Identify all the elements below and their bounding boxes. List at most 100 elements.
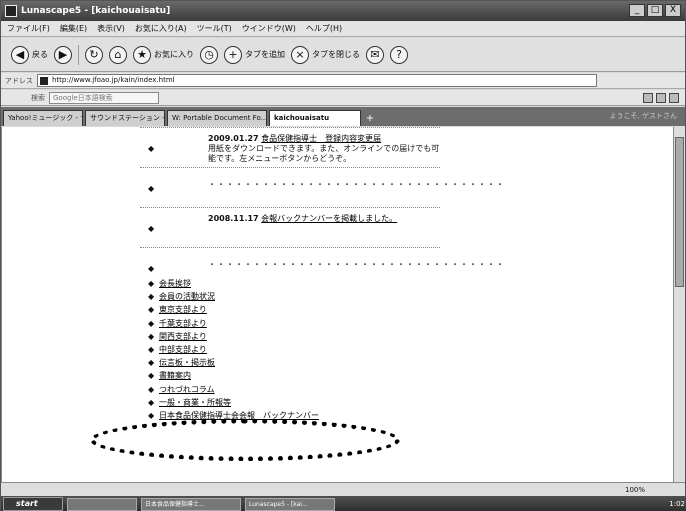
close-tab-icon: × [291, 45, 309, 64]
start-button[interactable]: start [3, 497, 63, 511]
menu-link[interactable]: 書籍案内 [159, 370, 191, 381]
app-icon [5, 5, 17, 17]
bullet-icon: ◆ [148, 358, 155, 368]
menu-link[interactable]: 東京支部より [159, 304, 207, 315]
news-link[interactable]: 食品保健指導士 登録内容変更届 [261, 134, 381, 143]
menu-bar: ファイル(F) 編集(E) 表示(V) お気に入り(A) ツール(T) ウインド… [1, 21, 685, 37]
close-tab-button[interactable]: × タブを閉じる [291, 45, 360, 64]
menu-link[interactable]: 伝言板・掲示板 [159, 357, 215, 368]
bullet-icon: ◆ [148, 331, 155, 341]
address-input[interactable]: http://www.jfoao.jp/kain/index.html [37, 74, 597, 87]
menu-item: ◆ 関西支部より [148, 330, 408, 343]
side-menu: ◆ 会長挨拶 ◆ 会員の活動状況 ◆ 東京支部より ◆ 千葉支部より ◆ 関西支部より ◆… [148, 277, 408, 422]
menu-item: ◆ 会長挨拶 [148, 277, 408, 290]
scrollbar-thumb[interactable] [675, 137, 684, 287]
menu-edit[interactable]: 編集(E) [60, 23, 87, 34]
bullet-icon: ◆ [148, 305, 155, 315]
menu-link[interactable]: 会員の活動状況 [159, 291, 215, 302]
search-bar: 検索 Google日本語検索 [1, 90, 685, 106]
menu-item: ◆ 一般・商業・所報等 [148, 396, 408, 409]
news-text: 用紙をダウンロードできます。また、オンラインでの届けでも可能です。左メニューボタ… [208, 144, 440, 163]
new-tab-icon: + [224, 45, 242, 64]
menu-view[interactable]: 表示(V) [97, 23, 125, 34]
menu-link[interactable]: 一般・商業・所報等 [159, 397, 231, 408]
news-item: ◆ 2009.01.27 食品保健指導士 登録内容変更届 用紙をダウンロードでき… [140, 127, 440, 167]
refresh-icon[interactable]: ↻ [85, 45, 103, 64]
tab-portable-document[interactable]: W: Portable Document Fo... [167, 110, 267, 126]
favorites-button[interactable]: ★ お気に入り [133, 45, 194, 64]
news-link[interactable]: 会報バックナンバーを掲載しました。 [261, 214, 397, 223]
tab-bar: Yahoo!ミュージック - サウ... サウンドステーション - ク... W… [1, 107, 685, 126]
address-bar: アドレス http://www.jfoao.jp/kain/index.html [1, 73, 685, 89]
menu-window[interactable]: ウインドウ(W) [242, 23, 296, 34]
news-date: 2009.01.27 [208, 134, 259, 143]
maximize-button[interactable]: □ [647, 4, 663, 17]
star-icon: ★ [133, 45, 151, 64]
menu-item: ◆ 千葉支部より [148, 317, 408, 330]
bullet-icon: ◆ [148, 397, 155, 407]
menu-link[interactable]: 関西支部より [159, 331, 207, 342]
bullet-icon: ◆ [148, 384, 155, 394]
menu-link[interactable]: 中部支部より [159, 344, 207, 355]
bullet-icon: ◆ [148, 371, 155, 381]
bullet-icon: ◆ [148, 144, 155, 153]
tab-kaichouaisatu[interactable]: kaichouaisatu [269, 110, 361, 126]
new-tab-icon[interactable]: + [363, 112, 377, 126]
page-icon[interactable] [656, 92, 666, 103]
bullet-icon: ◆ [148, 318, 155, 328]
menu-link[interactable]: 会長挨拶 [159, 278, 191, 289]
close-button[interactable]: X [665, 4, 681, 17]
bullet-icon: ◆ [148, 279, 155, 289]
news-item: ◆ 2008.11.17 会報バックナンバーを掲載しました。 [140, 207, 440, 247]
highlight-oval [90, 419, 400, 461]
bullet-icon: ◆ [148, 292, 155, 302]
forward-arrow-icon: ▶ [54, 45, 72, 64]
forward-button[interactable]: ▶ [54, 45, 72, 64]
window-title: Lunascape5 - [kaichouaisatu] [21, 6, 171, 16]
toolbar: ◀ 戻る ▶ ↻ ⌂ ★ お気に入り ◷ + タブを追加 × タブを閉じる ✉ … [1, 38, 685, 72]
address-label: アドレス [5, 76, 33, 85]
tab-sound-station[interactable]: サウンドステーション - ク... [85, 110, 165, 126]
menu-favorites[interactable]: お気に入り(A) [135, 23, 187, 34]
add-tab-button[interactable]: + タブを追加 [224, 45, 285, 64]
menu-tools[interactable]: ツール(T) [197, 23, 232, 34]
news-section: ◆ 2009.01.27 食品保健指導士 登録内容変更届 用紙をダウンロードでき… [140, 127, 504, 287]
bullet-icon: ◆ [148, 264, 155, 273]
welcome-text: ようこそ, ゲストさん [609, 112, 677, 120]
mail-icon[interactable]: ✉ [366, 45, 384, 64]
menu-item: ◆ 会員の活動状況 [148, 290, 408, 303]
tab-yahoo-music[interactable]: Yahoo!ミュージック - サウ... [3, 110, 83, 126]
history-icon[interactable]: ◷ [200, 45, 218, 64]
minimize-button[interactable]: _ [629, 4, 645, 17]
bullet-icon: ◆ [148, 184, 155, 193]
menu-file[interactable]: ファイル(F) [7, 23, 50, 34]
menu-link[interactable]: 千葉支部より [159, 318, 207, 329]
vertical-scrollbar[interactable] [673, 127, 685, 482]
zoom-icon[interactable] [643, 92, 653, 103]
menu-item: ◆ 伝言板・掲示板 [148, 356, 408, 369]
title-bar[interactable]: Lunascape5 - [kaichouaisatu] _ □ X [1, 1, 685, 21]
news-item: ◆ ・・・・・・・・・・・・・・・・・・・・・・・・・・・・・・・・・ [140, 167, 504, 207]
taskbar-item[interactable] [67, 497, 137, 511]
zoom-level[interactable]: 100% [625, 486, 645, 494]
back-arrow-icon: ◀ [11, 45, 29, 64]
taskbar: start 日本食品保健指導士... Lunascape5 - [kai... … [1, 496, 686, 511]
taskbar-item[interactable]: Lunascape5 - [kai... [245, 497, 335, 511]
page-content: ◆ 2009.01.27 食品保健指導士 登録内容変更届 用紙をダウンロードでき… [1, 127, 673, 482]
bullet-icon: ◆ [148, 224, 155, 233]
menu-item: ◆ つれづれコラム [148, 383, 408, 396]
separator [78, 44, 79, 65]
menu-item: ◆ 中部支部より [148, 343, 408, 356]
tools-icon[interactable] [669, 92, 679, 103]
menu-link[interactable]: つれづれコラム [159, 384, 215, 395]
help-icon[interactable]: ? [390, 45, 408, 64]
browser-window: Lunascape5 - [kaichouaisatu] _ □ X ファイル(… [0, 0, 686, 511]
search-label: 検索 [31, 93, 45, 102]
news-date: 2008.11.17 [208, 214, 259, 223]
search-input[interactable]: Google日本語検索 [49, 91, 159, 104]
menu-help[interactable]: ヘルプ(H) [306, 23, 342, 34]
bullet-icon: ◆ [148, 410, 155, 420]
taskbar-item[interactable]: 日本食品保健指導士... [141, 497, 241, 511]
home-icon[interactable]: ⌂ [109, 45, 127, 64]
back-button[interactable]: ◀ 戻る [11, 45, 48, 64]
